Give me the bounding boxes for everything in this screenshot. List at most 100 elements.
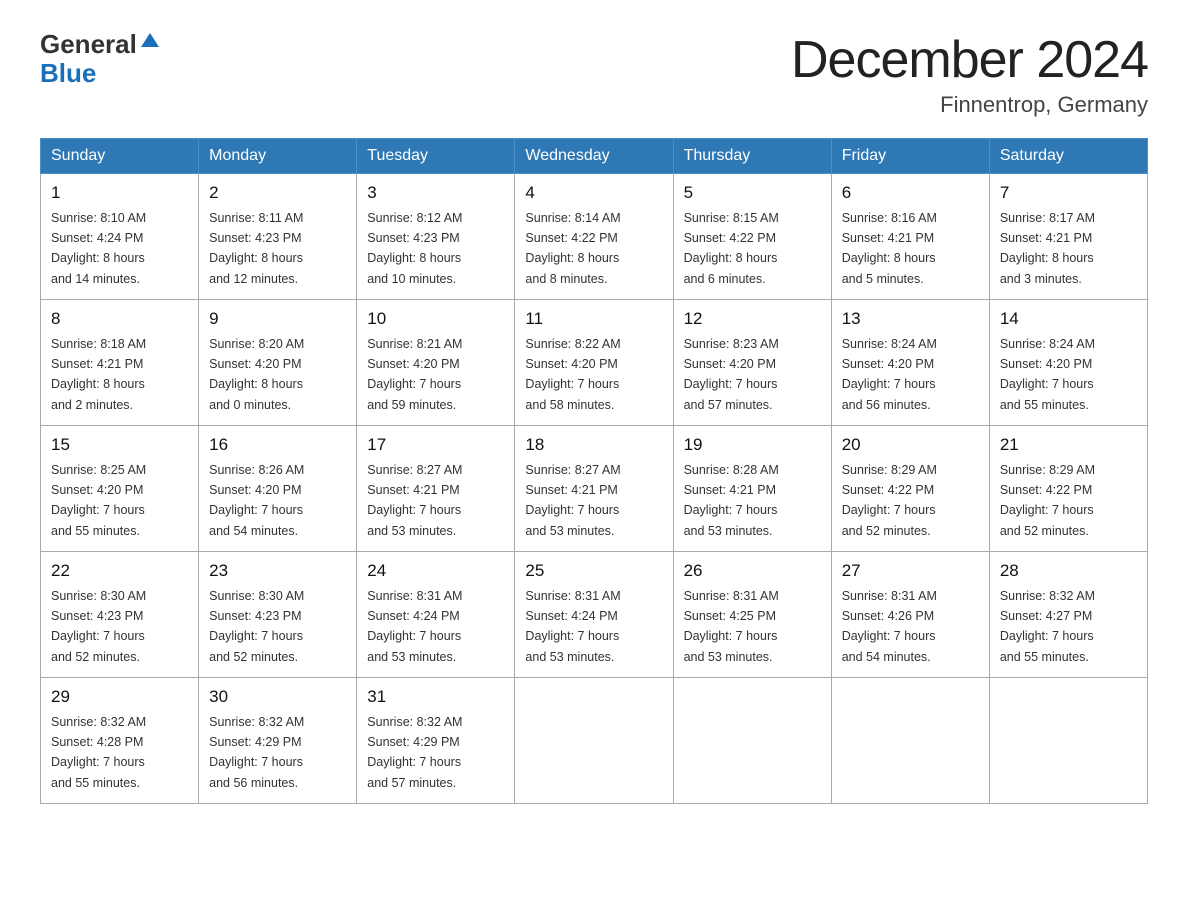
- day-number: 8: [51, 306, 188, 332]
- header-sunday: Sunday: [41, 139, 199, 174]
- day-number: 6: [842, 180, 979, 206]
- day-number: 9: [209, 306, 346, 332]
- day-info: Sunrise: 8:31 AMSunset: 4:26 PMDaylight:…: [842, 589, 937, 664]
- day-number: 2: [209, 180, 346, 206]
- logo-triangle-icon: [139, 29, 161, 51]
- day-number: 27: [842, 558, 979, 584]
- title-area: December 2024 Finnentrop, Germany: [791, 30, 1148, 118]
- day-number: 15: [51, 432, 188, 458]
- day-number: 13: [842, 306, 979, 332]
- day-number: 5: [684, 180, 821, 206]
- day-number: 23: [209, 558, 346, 584]
- header-tuesday: Tuesday: [357, 139, 515, 174]
- day-number: 29: [51, 684, 188, 710]
- logo-text-general: General: [40, 30, 137, 59]
- day-info: Sunrise: 8:30 AMSunset: 4:23 PMDaylight:…: [209, 589, 304, 664]
- header-thursday: Thursday: [673, 139, 831, 174]
- week-row: 8 Sunrise: 8:18 AMSunset: 4:21 PMDaylight…: [41, 300, 1148, 426]
- day-number: 4: [525, 180, 662, 206]
- table-row: 10 Sunrise: 8:21 AMSunset: 4:20 PMDayligh…: [357, 300, 515, 426]
- table-row: [831, 678, 989, 804]
- day-info: Sunrise: 8:24 AMSunset: 4:20 PMDaylight:…: [1000, 337, 1095, 412]
- table-row: 4 Sunrise: 8:14 AMSunset: 4:22 PMDaylight…: [515, 174, 673, 300]
- day-info: Sunrise: 8:24 AMSunset: 4:20 PMDaylight:…: [842, 337, 937, 412]
- month-title: December 2024: [791, 30, 1148, 90]
- page-header: General Blue December 2024 Finnentrop, G…: [40, 30, 1148, 118]
- day-info: Sunrise: 8:27 AMSunset: 4:21 PMDaylight:…: [367, 463, 462, 538]
- day-number: 12: [684, 306, 821, 332]
- day-number: 10: [367, 306, 504, 332]
- day-info: Sunrise: 8:32 AMSunset: 4:29 PMDaylight:…: [367, 715, 462, 790]
- table-row: 11 Sunrise: 8:22 AMSunset: 4:20 PMDayligh…: [515, 300, 673, 426]
- day-info: Sunrise: 8:30 AMSunset: 4:23 PMDaylight:…: [51, 589, 146, 664]
- day-number: 11: [525, 306, 662, 332]
- table-row: 9 Sunrise: 8:20 AMSunset: 4:20 PMDaylight…: [199, 300, 357, 426]
- table-row: 18 Sunrise: 8:27 AMSunset: 4:21 PMDayligh…: [515, 426, 673, 552]
- table-row: 22 Sunrise: 8:30 AMSunset: 4:23 PMDayligh…: [41, 552, 199, 678]
- table-row: 13 Sunrise: 8:24 AMSunset: 4:20 PMDayligh…: [831, 300, 989, 426]
- table-row: 5 Sunrise: 8:15 AMSunset: 4:22 PMDaylight…: [673, 174, 831, 300]
- day-info: Sunrise: 8:14 AMSunset: 4:22 PMDaylight:…: [525, 211, 620, 286]
- week-row: 22 Sunrise: 8:30 AMSunset: 4:23 PMDayligh…: [41, 552, 1148, 678]
- day-info: Sunrise: 8:32 AMSunset: 4:29 PMDaylight:…: [209, 715, 304, 790]
- day-number: 16: [209, 432, 346, 458]
- week-row: 15Sunrise: 8:25 AMSunset: 4:20 PMDayligh…: [41, 426, 1148, 552]
- day-info: Sunrise: 8:10 AMSunset: 4:24 PMDaylight:…: [51, 211, 146, 286]
- day-info: Sunrise: 8:20 AMSunset: 4:20 PMDaylight:…: [209, 337, 304, 412]
- day-info: Sunrise: 8:29 AMSunset: 4:22 PMDaylight:…: [1000, 463, 1095, 538]
- day-number: 21: [1000, 432, 1137, 458]
- table-row: 24 Sunrise: 8:31 AMSunset: 4:24 PMDayligh…: [357, 552, 515, 678]
- table-row: 31Sunrise: 8:32 AMSunset: 4:29 PMDayligh…: [357, 678, 515, 804]
- table-row: [673, 678, 831, 804]
- day-info: Sunrise: 8:16 AMSunset: 4:21 PMDaylight:…: [842, 211, 937, 286]
- day-number: 3: [367, 180, 504, 206]
- table-row: 6 Sunrise: 8:16 AMSunset: 4:21 PMDaylight…: [831, 174, 989, 300]
- calendar-table: Sunday Monday Tuesday Wednesday Thursday…: [40, 138, 1148, 804]
- week-row: 29 Sunrise: 8:32 AMSunset: 4:28 PMDayligh…: [41, 678, 1148, 804]
- table-row: 7 Sunrise: 8:17 AMSunset: 4:21 PMDaylight…: [989, 174, 1147, 300]
- day-info: Sunrise: 8:15 AMSunset: 4:22 PMDaylight:…: [684, 211, 779, 286]
- day-number: 22: [51, 558, 188, 584]
- table-row: 21 Sunrise: 8:29 AMSunset: 4:22 PMDayligh…: [989, 426, 1147, 552]
- day-info: Sunrise: 8:11 AMSunset: 4:23 PMDaylight:…: [209, 211, 303, 286]
- table-row: [989, 678, 1147, 804]
- day-info: Sunrise: 8:21 AMSunset: 4:20 PMDaylight:…: [367, 337, 462, 412]
- day-number: 25: [525, 558, 662, 584]
- day-number: 7: [1000, 180, 1137, 206]
- table-row: 17 Sunrise: 8:27 AMSunset: 4:21 PMDayligh…: [357, 426, 515, 552]
- day-info: Sunrise: 8:17 AMSunset: 4:21 PMDaylight:…: [1000, 211, 1095, 286]
- table-row: 27 Sunrise: 8:31 AMSunset: 4:26 PMDayligh…: [831, 552, 989, 678]
- day-info: Sunrise: 8:27 AMSunset: 4:21 PMDaylight:…: [525, 463, 620, 538]
- day-info: Sunrise: 8:12 AMSunset: 4:23 PMDaylight:…: [367, 211, 462, 286]
- week-row: 1Sunrise: 8:10 AMSunset: 4:24 PMDaylight…: [41, 174, 1148, 300]
- day-info: Sunrise: 8:23 AMSunset: 4:20 PMDaylight:…: [684, 337, 779, 412]
- day-number: 18: [525, 432, 662, 458]
- header-friday: Friday: [831, 139, 989, 174]
- table-row: 19 Sunrise: 8:28 AMSunset: 4:21 PMDayligh…: [673, 426, 831, 552]
- day-info: Sunrise: 8:18 AMSunset: 4:21 PMDaylight:…: [51, 337, 146, 412]
- day-info: Sunrise: 8:22 AMSunset: 4:20 PMDaylight:…: [525, 337, 620, 412]
- weekday-header-row: Sunday Monday Tuesday Wednesday Thursday…: [41, 139, 1148, 174]
- table-row: 3 Sunrise: 8:12 AMSunset: 4:23 PMDaylight…: [357, 174, 515, 300]
- table-row: 8 Sunrise: 8:18 AMSunset: 4:21 PMDaylight…: [41, 300, 199, 426]
- day-info: Sunrise: 8:32 AMSunset: 4:28 PMDaylight:…: [51, 715, 146, 790]
- day-info: Sunrise: 8:32 AMSunset: 4:27 PMDaylight:…: [1000, 589, 1095, 664]
- table-row: 14 Sunrise: 8:24 AMSunset: 4:20 PMDayligh…: [989, 300, 1147, 426]
- day-number: 17: [367, 432, 504, 458]
- table-row: [515, 678, 673, 804]
- logo: General Blue: [40, 30, 161, 87]
- day-number: 14: [1000, 306, 1137, 332]
- day-info: Sunrise: 8:31 AMSunset: 4:24 PMDaylight:…: [525, 589, 620, 664]
- day-number: 24: [367, 558, 504, 584]
- day-info: Sunrise: 8:31 AMSunset: 4:24 PMDaylight:…: [367, 589, 462, 664]
- table-row: 16Sunrise: 8:26 AMSunset: 4:20 PMDayligh…: [199, 426, 357, 552]
- logo-text-blue: Blue: [40, 58, 96, 88]
- day-number: 19: [684, 432, 821, 458]
- day-number: 26: [684, 558, 821, 584]
- day-info: Sunrise: 8:28 AMSunset: 4:21 PMDaylight:…: [684, 463, 779, 538]
- day-number: 28: [1000, 558, 1137, 584]
- table-row: 12 Sunrise: 8:23 AMSunset: 4:20 PMDayligh…: [673, 300, 831, 426]
- header-wednesday: Wednesday: [515, 139, 673, 174]
- day-number: 20: [842, 432, 979, 458]
- table-row: 26Sunrise: 8:31 AMSunset: 4:25 PMDayligh…: [673, 552, 831, 678]
